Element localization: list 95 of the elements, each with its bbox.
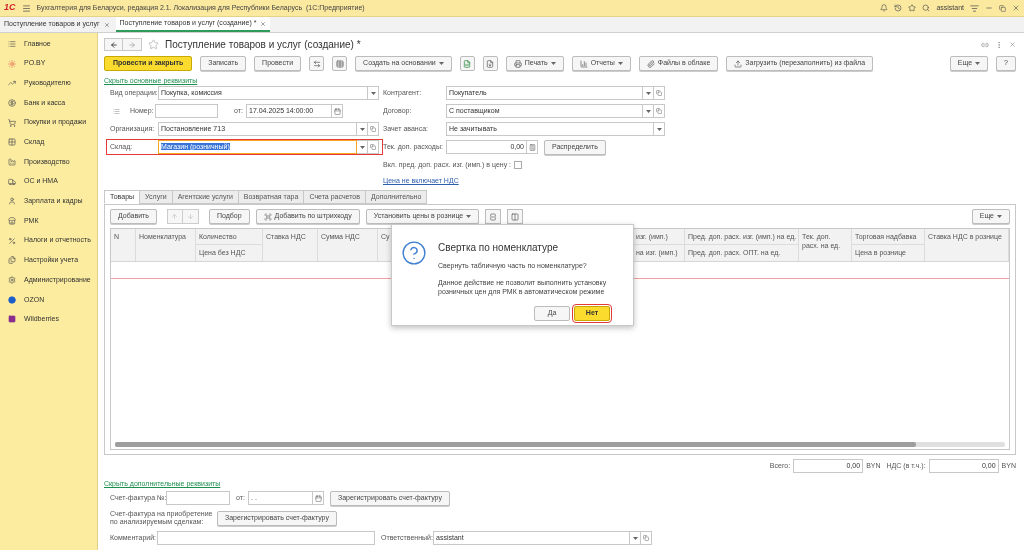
more-icon[interactable] — [995, 40, 1003, 49]
open-icon — [370, 126, 376, 132]
section-icon — [8, 197, 16, 206]
menu-icon[interactable] — [21, 3, 31, 13]
upload-icon — [734, 59, 743, 68]
input-field[interactable] — [155, 104, 218, 118]
dropdown-button[interactable] — [357, 122, 368, 136]
caret-icon — [656, 127, 662, 131]
link-icon[interactable] — [981, 40, 989, 49]
spreadsheet-icon — [463, 59, 472, 68]
dropdown-button[interactable] — [643, 104, 654, 118]
chart-icon — [579, 59, 588, 68]
notification-icon[interactable] — [880, 4, 889, 12]
section-icon — [8, 295, 16, 304]
picker-button[interactable] — [332, 104, 343, 118]
caret-icon — [359, 145, 365, 149]
calculator-icon — [528, 143, 536, 151]
dropdown-button[interactable] — [630, 531, 641, 545]
question-icon — [401, 240, 427, 266]
caret-icon — [997, 215, 1002, 218]
barcode-icon — [263, 212, 272, 221]
icon-button[interactable] — [507, 209, 524, 224]
calendar-icon — [333, 107, 341, 115]
file-download-icon — [486, 59, 495, 68]
forward-icon — [128, 40, 136, 49]
open-icon — [643, 535, 649, 541]
back-button[interactable] — [104, 38, 123, 51]
section-icon — [8, 79, 16, 88]
section-icon — [8, 98, 16, 107]
dialog-title: Свертка по номенклатуре — [438, 241, 559, 255]
horizontal-scrollbar[interactable] — [115, 442, 1005, 447]
section-icon — [8, 315, 16, 324]
restore-icon[interactable] — [999, 4, 1006, 12]
star-icon[interactable] — [908, 4, 917, 12]
caret-icon — [975, 62, 981, 65]
close-icon[interactable] — [1009, 41, 1016, 48]
picker-button[interactable] — [527, 140, 538, 154]
icon-button[interactable] — [309, 56, 325, 71]
icon-button[interactable] — [332, 56, 348, 71]
open-icon — [370, 144, 376, 150]
caret-icon — [550, 62, 556, 65]
icon-button[interactable] — [459, 56, 475, 71]
close-icon[interactable] — [260, 20, 267, 27]
open-icon — [656, 90, 662, 96]
transfer-icon — [312, 59, 321, 68]
section-icon — [8, 256, 16, 265]
section-icon — [8, 118, 16, 127]
section-icon — [8, 177, 16, 186]
input-field[interactable] — [157, 531, 375, 545]
calendar-icon — [314, 494, 322, 502]
caret-icon — [359, 127, 365, 131]
caret-icon — [617, 62, 623, 65]
section-icon — [8, 59, 16, 68]
caret-icon — [645, 91, 651, 95]
caret-icon — [370, 91, 376, 95]
table-icon — [335, 59, 344, 68]
down-arrow-icon — [186, 213, 194, 220]
caret-icon — [438, 62, 444, 65]
split-icon — [489, 212, 498, 221]
caret-icon — [466, 215, 472, 218]
picker-button[interactable] — [313, 491, 324, 505]
history-icon[interactable] — [894, 4, 903, 12]
section-icon — [8, 236, 16, 245]
section-icon — [8, 276, 16, 285]
dropdown-button[interactable] — [643, 86, 654, 100]
favorite-icon[interactable] — [148, 39, 159, 50]
printer-icon — [513, 59, 522, 68]
minimize-icon[interactable] — [985, 4, 993, 12]
section-icon — [8, 138, 16, 147]
form-title: Поступление товаров и услуг (создание) * — [165, 38, 361, 52]
paperclip-icon — [646, 59, 655, 68]
close-icon[interactable] — [103, 21, 110, 28]
back-icon — [109, 40, 118, 49]
dropdown-button[interactable] — [368, 86, 379, 100]
checkbox[interactable] — [514, 161, 523, 169]
dropdown-button[interactable] — [357, 140, 368, 154]
section-icon — [8, 217, 16, 226]
up-arrow-icon — [171, 213, 179, 220]
caret-icon — [645, 109, 651, 113]
list-icon[interactable] — [113, 107, 120, 115]
icon-button[interactable] — [485, 209, 502, 224]
section-icon — [8, 39, 16, 48]
search-icon[interactable] — [922, 4, 931, 12]
dropdown-button[interactable] — [654, 122, 665, 136]
app-logo: 1С — [4, 1, 16, 15]
forward-button[interactable] — [123, 38, 142, 51]
columns-icon — [511, 212, 520, 221]
menu-lines-icon[interactable] — [970, 3, 979, 13]
section-icon — [8, 157, 16, 166]
close-icon[interactable] — [1012, 4, 1020, 12]
open-icon — [656, 108, 662, 114]
move-up-button[interactable] — [166, 209, 183, 224]
input-field[interactable] — [166, 491, 230, 505]
caret-icon — [632, 536, 638, 540]
icon-button[interactable] — [482, 56, 498, 71]
